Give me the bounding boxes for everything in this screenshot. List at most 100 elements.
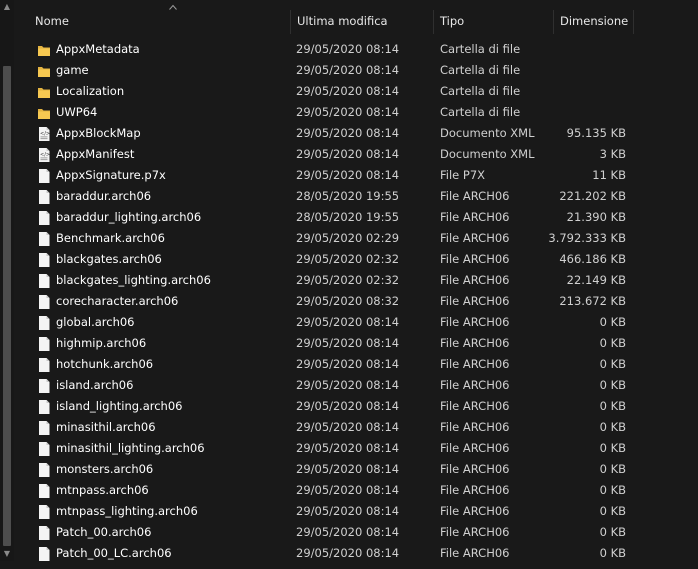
file-row[interactable]: baraddur_lighting.arch06 28/05/2020 19:55… (14, 207, 698, 228)
file-modified-date: 29/05/2020 08:14 (296, 399, 400, 413)
file-row[interactable]: UWP64 29/05/2020 08:14 Cartella di file (14, 102, 698, 123)
file-type: File ARCH06 (440, 210, 510, 224)
folder-icon (37, 84, 51, 100)
file-modified-date: 28/05/2020 19:55 (296, 189, 400, 203)
vertical-scrollbar[interactable]: ▲ ▼ (0, 0, 14, 561)
file-size: 0 KB (599, 483, 626, 497)
file-name: blackgates.arch06 (56, 252, 162, 266)
column-header-size[interactable]: Dimensione (553, 8, 633, 34)
file-row[interactable]: mtnpass.arch06 29/05/2020 08:14 File ARCH0… (14, 480, 698, 501)
file-modified-date: 29/05/2020 08:14 (296, 42, 400, 56)
file-size: 95.135 KB (566, 126, 626, 140)
file-list: AppxMetadata 29/05/2020 08:14 Cartella di … (14, 39, 698, 564)
file-modified-date: 29/05/2020 08:14 (296, 84, 400, 98)
file-row[interactable]: Patch_00.arch06 29/05/2020 08:14 File ARCH… (14, 522, 698, 543)
file-row[interactable]: hotchunk.arch06 29/05/2020 08:14 File ARCH… (14, 354, 698, 375)
file-modified-date: 29/05/2020 08:14 (296, 147, 400, 161)
file-size: 466.186 KB (559, 252, 626, 266)
file-type: File ARCH06 (440, 189, 510, 203)
file-row[interactable]: Benchmark.arch06 29/05/2020 02:29 File ARC… (14, 228, 698, 249)
file-name: island_lighting.arch06 (56, 399, 183, 413)
file-type: Documento XML (440, 147, 535, 161)
file-name: monsters.arch06 (56, 462, 154, 476)
file-name: minasithil.arch06 (56, 420, 156, 434)
file-name: game (56, 63, 89, 77)
file-row[interactable]: game 29/05/2020 08:14 Cartella di file (14, 60, 698, 81)
file-name: hotchunk.arch06 (56, 357, 154, 371)
file-size: 3 KB (599, 147, 626, 161)
column-header-type[interactable]: Tipo (433, 8, 553, 34)
folder-icon (37, 42, 51, 58)
file-type: File ARCH06 (440, 462, 510, 476)
file-icon (37, 294, 51, 310)
file-row[interactable]: </> AppxBlockMap 29/05/2020 08:14 Documento… (14, 123, 698, 144)
file-row[interactable]: baraddur.arch06 28/05/2020 19:55 File ARCH… (14, 186, 698, 207)
file-size: 0 KB (599, 525, 626, 539)
file-modified-date: 29/05/2020 08:14 (296, 336, 400, 350)
file-modified-date: 29/05/2020 08:14 (296, 441, 400, 455)
column-header-modified[interactable]: Ultima modifica (290, 8, 433, 34)
file-modified-date: 29/05/2020 08:14 (296, 378, 400, 392)
file-name: global.arch06 (56, 315, 135, 329)
file-row[interactable]: minasithil.arch06 29/05/2020 08:14 File AR… (14, 417, 698, 438)
file-row[interactable]: </> AppxManifest 29/05/2020 08:14 Documento… (14, 144, 698, 165)
file-type: File ARCH06 (440, 525, 510, 539)
file-type: File ARCH06 (440, 399, 510, 413)
file-row[interactable]: AppxSignature.p7x 29/05/2020 08:14 File P7… (14, 165, 698, 186)
file-icon (37, 315, 51, 331)
file-row[interactable]: minasithil_lighting.arch06 29/05/2020 08:… (14, 438, 698, 459)
file-name: Patch_00.arch06 (56, 525, 152, 539)
file-type: File ARCH06 (440, 315, 510, 329)
file-type: File ARCH06 (440, 357, 510, 371)
file-size: 0 KB (599, 420, 626, 434)
file-row[interactable]: island.arch06 29/05/2020 08:14 File ARCH06… (14, 375, 698, 396)
file-row[interactable]: blackgates.arch06 29/05/2020 02:32 File AR… (14, 249, 698, 270)
file-type: Cartella di file (440, 63, 521, 77)
column-divider[interactable] (633, 10, 634, 34)
file-type: File ARCH06 (440, 273, 510, 287)
file-row[interactable]: monsters.arch06 29/05/2020 08:14 File ARCH… (14, 459, 698, 480)
scroll-down-arrow-icon[interactable]: ▼ (3, 550, 11, 558)
file-icon (37, 273, 51, 289)
file-modified-date: 29/05/2020 08:14 (296, 168, 400, 182)
file-modified-date: 29/05/2020 08:14 (296, 420, 400, 434)
file-type: File ARCH06 (440, 336, 510, 350)
svg-text:</>: </> (40, 131, 50, 137)
file-row[interactable]: island_lighting.arch06 29/05/2020 08:14 Fi… (14, 396, 698, 417)
file-modified-date: 28/05/2020 19:55 (296, 210, 400, 224)
file-row[interactable]: AppxMetadata 29/05/2020 08:14 Cartella di … (14, 39, 698, 60)
file-name: Localization (56, 84, 125, 98)
file-icon (37, 441, 51, 457)
file-name: AppxSignature.p7x (56, 168, 166, 182)
xml-file-icon: </> (37, 147, 51, 163)
file-row[interactable]: highmip.arch06 29/05/2020 08:14 File ARCH0… (14, 333, 698, 354)
file-name: minasithil_lighting.arch06 (56, 441, 205, 455)
file-size: 0 KB (599, 357, 626, 371)
file-modified-date: 29/05/2020 08:32 (296, 294, 400, 308)
file-row[interactable]: mtnpass_lighting.arch06 29/05/2020 08:14 F… (14, 501, 698, 522)
file-modified-date: 29/05/2020 08:14 (296, 483, 400, 497)
file-modified-date: 29/05/2020 08:14 (296, 126, 400, 140)
file-row[interactable]: blackgates_lighting.arch06 29/05/2020 02:… (14, 270, 698, 291)
file-type: File ARCH06 (440, 441, 510, 455)
file-type: File ARCH06 (440, 231, 510, 245)
file-modified-date: 29/05/2020 08:14 (296, 105, 400, 119)
file-modified-date: 29/05/2020 08:14 (296, 357, 400, 371)
file-size: 3.792.333 KB (548, 231, 626, 245)
file-row[interactable]: global.arch06 29/05/2020 08:14 File ARCH06… (14, 312, 698, 333)
file-icon (37, 483, 51, 499)
file-name: corecharacter.arch06 (56, 294, 179, 308)
file-type: File ARCH06 (440, 483, 510, 497)
file-size: 0 KB (599, 441, 626, 455)
file-size: 0 KB (599, 315, 626, 329)
svg-text:</>: </> (40, 152, 50, 158)
file-type: File ARCH06 (440, 378, 510, 392)
file-row[interactable]: Localization 29/05/2020 08:14 Cartella di … (14, 81, 698, 102)
scrollbar-thumb[interactable] (3, 66, 11, 546)
file-type: Cartella di file (440, 84, 521, 98)
file-icon (37, 420, 51, 436)
file-row[interactable]: corecharacter.arch06 29/05/2020 08:32 File… (14, 291, 698, 312)
file-modified-date: 29/05/2020 08:14 (296, 462, 400, 476)
scroll-up-arrow-icon[interactable]: ▲ (3, 3, 11, 11)
column-header-name[interactable]: Nome (28, 8, 290, 34)
